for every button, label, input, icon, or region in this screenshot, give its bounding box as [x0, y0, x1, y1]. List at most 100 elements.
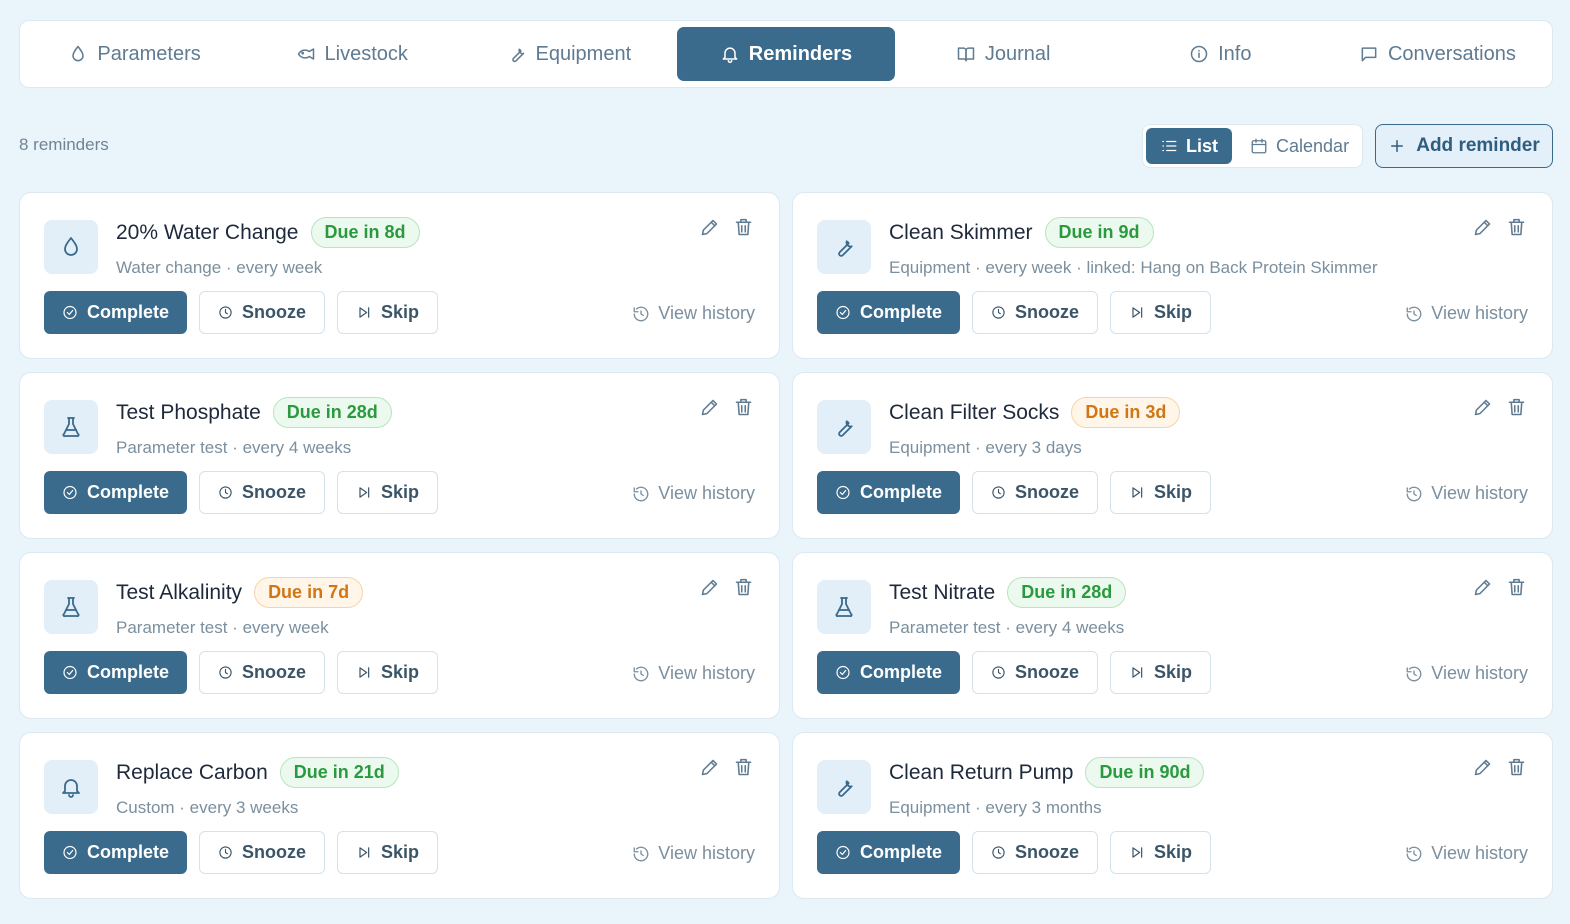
wrench-icon: [511, 48, 524, 63]
skip-button[interactable]: Skip: [337, 831, 438, 874]
complete-button[interactable]: Complete: [817, 651, 960, 694]
check-circle-icon: [836, 305, 850, 320]
tab-livestock[interactable]: Livestock: [243, 27, 460, 81]
skip-label: Skip: [1153, 842, 1192, 862]
trash-icon: [1508, 398, 1525, 416]
reminder-type-icon: [817, 580, 871, 634]
complete-button[interactable]: Complete: [817, 291, 960, 334]
skip-button[interactable]: Skip: [337, 291, 438, 334]
view-history-link[interactable]: View history: [1405, 663, 1528, 684]
card-actions: Complete Snooze Skip: [44, 651, 438, 694]
delete-button[interactable]: [733, 397, 755, 419]
snooze-button[interactable]: Snooze: [199, 651, 325, 694]
view-history-label: View history: [1431, 483, 1528, 503]
fish-icon: [297, 48, 314, 60]
view-history-link[interactable]: View history: [632, 663, 755, 684]
clock-icon: [219, 306, 232, 319]
tab-equipment[interactable]: Equipment: [460, 27, 677, 81]
snooze-button[interactable]: Snooze: [972, 291, 1098, 334]
history-icon: [633, 846, 649, 861]
reminder-subtitle: Parameter test · every 4 weeks: [116, 438, 352, 457]
tab-parameters[interactable]: Parameters: [26, 27, 243, 81]
trash-icon: [1508, 218, 1525, 236]
snooze-button[interactable]: Snooze: [199, 831, 325, 874]
delete-button[interactable]: [1506, 757, 1528, 779]
view-history-link[interactable]: View history: [1405, 483, 1528, 504]
view-history-link[interactable]: View history: [632, 483, 755, 504]
wrench-icon: [838, 780, 853, 797]
due-badge: Due in 3d: [1071, 397, 1181, 428]
reminder-title-row: Replace Carbon Due in 21d: [116, 757, 399, 788]
complete-button[interactable]: Complete: [44, 471, 187, 514]
clock-icon: [992, 666, 1005, 679]
clock-icon: [992, 486, 1005, 499]
reminder-title-row: Clean Skimmer Due in 9d: [889, 217, 1154, 248]
edit-button[interactable]: [1472, 217, 1494, 239]
complete-button[interactable]: Complete: [44, 831, 187, 874]
history-icon: [1406, 306, 1422, 321]
trash-icon: [735, 578, 752, 596]
edit-button[interactable]: [1472, 397, 1494, 419]
skip-label: Skip: [380, 842, 419, 862]
tab-label: Info: [1218, 42, 1252, 65]
edit-button[interactable]: [1472, 757, 1494, 779]
skip-button[interactable]: Skip: [1110, 831, 1211, 874]
view-history-link[interactable]: View history: [632, 843, 755, 864]
delete-button[interactable]: [1506, 397, 1528, 419]
view-history-link[interactable]: View history: [1405, 843, 1528, 864]
reminder-title-row: Clean Filter Socks Due in 3d: [889, 397, 1181, 428]
tab-label: Parameters: [97, 42, 201, 65]
clock-icon: [219, 666, 232, 679]
tab-conversations[interactable]: Conversations: [1329, 27, 1546, 81]
trash-icon: [1508, 758, 1525, 776]
delete-button[interactable]: [1506, 217, 1528, 239]
snooze-button[interactable]: Snooze: [199, 471, 325, 514]
tab-info[interactable]: Info: [1112, 27, 1329, 81]
view-history-link[interactable]: View history: [1405, 303, 1528, 324]
view-calendar-button[interactable]: Calendar: [1236, 128, 1363, 164]
skip-button[interactable]: Skip: [1110, 291, 1211, 334]
snooze-button[interactable]: Snooze: [972, 651, 1098, 694]
snooze-button[interactable]: Snooze: [972, 831, 1098, 874]
delete-button[interactable]: [1506, 577, 1528, 599]
wrench-icon: [838, 240, 853, 257]
delete-button[interactable]: [733, 757, 755, 779]
reminder-count: 8 reminders: [19, 135, 109, 154]
skip-forward-icon: [359, 307, 370, 318]
edit-button[interactable]: [1472, 577, 1494, 599]
tab-label: Reminders: [748, 42, 853, 65]
tab-journal[interactable]: Journal: [895, 27, 1112, 81]
delete-button[interactable]: [733, 577, 755, 599]
skip-button[interactable]: Skip: [337, 651, 438, 694]
view-history-link[interactable]: View history: [632, 303, 755, 324]
delete-button[interactable]: [733, 217, 755, 239]
reminder-title: Clean Filter Socks: [889, 400, 1060, 424]
reminder-type-icon: [817, 760, 871, 814]
skip-forward-icon: [1132, 307, 1143, 318]
due-badge: Due in 28d: [1007, 577, 1127, 608]
complete-button[interactable]: Complete: [44, 651, 187, 694]
skip-button[interactable]: Skip: [1110, 471, 1211, 514]
complete-button[interactable]: Complete: [44, 291, 187, 334]
skip-label: Skip: [380, 662, 419, 682]
edit-button[interactable]: [699, 217, 721, 239]
skip-button[interactable]: Skip: [337, 471, 438, 514]
complete-label: Complete: [859, 482, 942, 502]
edit-button[interactable]: [699, 397, 721, 419]
edit-button[interactable]: [699, 757, 721, 779]
complete-label: Complete: [86, 302, 169, 322]
view-history-label: View history: [1431, 303, 1528, 323]
skip-button[interactable]: Skip: [1110, 651, 1211, 694]
tab-reminders[interactable]: Reminders: [677, 27, 895, 81]
snooze-button[interactable]: Snooze: [972, 471, 1098, 514]
check-circle-icon: [836, 665, 850, 680]
edit-button[interactable]: [699, 577, 721, 599]
complete-button[interactable]: Complete: [817, 831, 960, 874]
skip-label: Skip: [380, 302, 419, 322]
complete-button[interactable]: Complete: [817, 471, 960, 514]
snooze-button[interactable]: Snooze: [199, 291, 325, 334]
add-reminder-button[interactable]: Add reminder: [1375, 124, 1553, 168]
pencil-icon: [701, 579, 718, 596]
pencil-icon: [701, 759, 718, 776]
view-list-button[interactable]: List: [1146, 128, 1233, 164]
